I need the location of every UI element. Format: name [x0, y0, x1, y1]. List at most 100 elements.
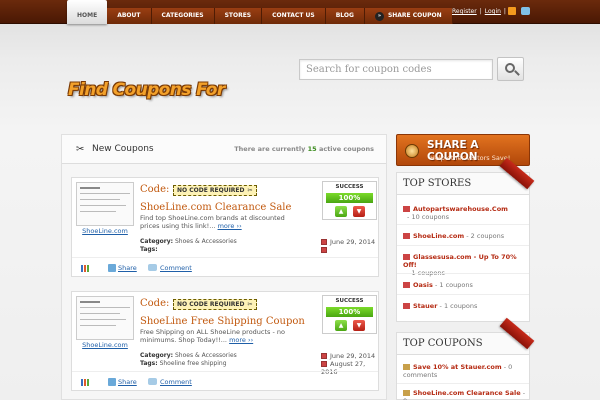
- share-icon[interactable]: [108, 378, 116, 386]
- active-prefix: There are currently: [234, 145, 306, 153]
- date-value: June 29, 2014: [330, 238, 376, 246]
- active-coupons-count: There are currently 15 active coupons: [234, 145, 374, 153]
- nav-categories[interactable]: CATEGORIES: [151, 8, 215, 24]
- comment-link[interactable]: Comment: [160, 264, 192, 272]
- top-store-item: Oasis - 1 coupons: [403, 281, 529, 289]
- share-link[interactable]: Share: [118, 378, 137, 386]
- main-nav: HOME ABOUT CATEGORIES STORES CONTACT US …: [67, 0, 453, 24]
- code-label: Code:: [140, 184, 170, 195]
- meta-sep: -: [503, 363, 507, 371]
- top-stores-title: TOP STORES: [403, 178, 472, 189]
- top-coupons-header: TOP COUPONS: [397, 317, 535, 355]
- stats-icon[interactable]: [81, 379, 90, 386]
- top-store-meta: - 1 coupons: [440, 302, 478, 310]
- more-link[interactable]: more ››: [218, 222, 242, 230]
- active-number: 15: [307, 145, 317, 153]
- rss-icon[interactable]: [508, 7, 516, 15]
- store-thumbnail[interactable]: [76, 182, 134, 226]
- coupon-code-box[interactable]: NO CODE REQUIRED ✂: [173, 299, 257, 310]
- scissors-icon: ✂: [247, 187, 253, 194]
- nav-stores[interactable]: STORES: [214, 8, 263, 24]
- top-store-link[interactable]: Stauer: [413, 302, 437, 310]
- nav-home[interactable]: HOME: [67, 0, 108, 24]
- share-link[interactable]: Share: [118, 264, 137, 272]
- share-icon[interactable]: [108, 264, 116, 272]
- new-coupons-panel: ✂ New Coupons There are currently 15 act…: [61, 134, 387, 400]
- top-store-link[interactable]: ShoeLine.com: [413, 232, 464, 240]
- store-link[interactable]: ShoeLine.com: [76, 227, 134, 235]
- nav-contact-us[interactable]: CONTACT US: [262, 8, 326, 24]
- top-store-item: Stauer - 1 coupons: [403, 302, 529, 310]
- comment-link[interactable]: Comment: [160, 378, 192, 386]
- coupon-code-value: NO CODE REQUIRED: [177, 187, 245, 194]
- divider: [397, 245, 529, 246]
- panel-header: ✂ New Coupons There are currently 15 act…: [62, 135, 386, 164]
- nav-blog[interactable]: BLOG: [325, 8, 365, 24]
- meta-value: 1 coupons: [443, 302, 478, 310]
- thumb-graphic: [80, 307, 130, 308]
- coupon-code-box[interactable]: NO CODE REQUIRED ✂: [173, 185, 257, 196]
- coupon-title-link[interactable]: ShoeLine.com Clearance Sale: [140, 202, 291, 213]
- meta-sep: -: [434, 281, 438, 289]
- thumb-graphic: [80, 193, 130, 194]
- coupon-expiry: [321, 246, 330, 254]
- top-coupon-link[interactable]: ShoeLine.com Clearance Sale: [413, 389, 521, 397]
- panel-title: New Coupons: [92, 144, 154, 154]
- search-input[interactable]: [299, 59, 493, 80]
- calendar-icon: [321, 353, 327, 359]
- store-thumbnail[interactable]: [76, 296, 134, 340]
- comment-icon[interactable]: [148, 264, 157, 271]
- top-coupon-link[interactable]: Save 10% at Stauer.com: [413, 363, 502, 371]
- nav-share-coupon-label: SHARE COUPON: [387, 12, 442, 19]
- more-link[interactable]: more ››: [229, 336, 253, 344]
- search-button[interactable]: [497, 57, 524, 81]
- coupon-category: Category: Shoes & Accessories: [140, 352, 237, 359]
- store-link[interactable]: ShoeLine.com: [76, 341, 134, 349]
- top-store-link[interactable]: Autopartswarehouse.Com: [413, 205, 508, 213]
- thumb-graphic: [80, 187, 100, 189]
- comment-icon[interactable]: [148, 378, 157, 385]
- coupon-date: June 29, 2014: [321, 352, 375, 360]
- coupon-card: ShoeLine.com Code: NO CODE REQUIRED ✂ Sho…: [71, 291, 379, 391]
- coupon-card: ShoeLine.com Code: NO CODE REQUIRED ✂ Sho…: [71, 177, 379, 277]
- share-arrow-icon: »: [374, 12, 384, 21]
- coupon-desc-text: Free Shipping on ALL ShoeLine products -…: [140, 328, 285, 344]
- store-icon: [403, 206, 410, 212]
- thumbs-down-icon[interactable]: ▼: [353, 206, 365, 217]
- category-label: Category:: [140, 238, 174, 245]
- tags-label: Tags:: [140, 360, 158, 367]
- register-link[interactable]: Register: [452, 8, 477, 15]
- coupon-title-link[interactable]: ShoeLine Free Shipping Coupon: [140, 316, 305, 327]
- twitter-icon[interactable]: [521, 7, 530, 15]
- top-store-meta: - 2 coupons: [466, 232, 504, 240]
- tags-value: Shoeline free shipping: [159, 360, 227, 367]
- thumb-graphic: [80, 199, 120, 200]
- stats-icon[interactable]: [81, 265, 90, 272]
- top-store-meta: - 1 coupons: [435, 281, 473, 289]
- nav-about[interactable]: ABOUT: [107, 8, 152, 24]
- active-suffix: active coupons: [318, 145, 374, 153]
- top-store-link[interactable]: Glassesusa.com - Up To 70% Off!: [403, 253, 517, 269]
- coupon-icon: [403, 390, 410, 396]
- tags-label: Tags:: [140, 246, 158, 253]
- thumb-graphic: [80, 319, 126, 320]
- calendar-expire-icon: [321, 361, 327, 367]
- meta-value: 1 coupons: [439, 281, 473, 289]
- site-logo[interactable]: Find Coupons For: [68, 80, 225, 100]
- coupon-code-value: NO CODE REQUIRED: [177, 301, 245, 308]
- thumbs-down-icon[interactable]: ▼: [353, 320, 365, 331]
- date-value: June 29, 2014: [330, 352, 376, 360]
- top-store-link[interactable]: Oasis: [413, 281, 433, 289]
- top-coupons-box: TOP COUPONS Save 10% at Stauer.com - 0 c…: [396, 317, 535, 400]
- nav-share-coupon[interactable]: » SHARE COUPON: [364, 8, 453, 24]
- coupon-description: Find top ShoeLine.com brands at discount…: [140, 214, 302, 230]
- top-store-item: ShoeLine.com - 2 coupons: [403, 232, 529, 240]
- login-link[interactable]: Login: [485, 8, 501, 15]
- thumbs-up-icon[interactable]: ▲: [335, 206, 347, 217]
- thumb-graphic: [80, 313, 120, 314]
- coupon-category: Category: Shoes & Accessories: [140, 238, 237, 245]
- category-value: Shoes & Accessories: [175, 238, 237, 245]
- thumbs-up-icon[interactable]: ▲: [335, 320, 347, 331]
- calendar-icon: [321, 239, 327, 245]
- top-store-item: Autopartswarehouse.Com - 10 coupons: [403, 205, 529, 221]
